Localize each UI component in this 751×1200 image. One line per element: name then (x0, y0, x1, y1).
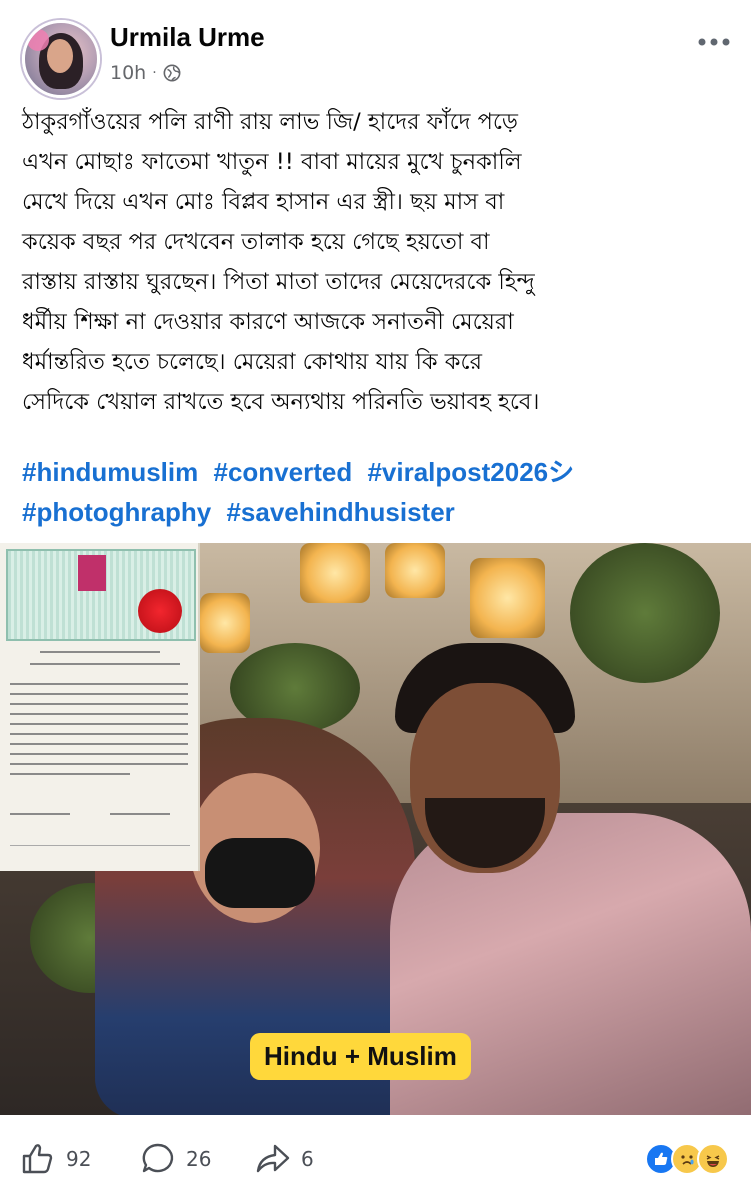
comment-bubble-icon (142, 1143, 174, 1173)
document-line (110, 813, 170, 815)
image-caption-badge: Hindu + Muslim (250, 1033, 471, 1080)
plant (570, 543, 720, 683)
document-line (10, 693, 188, 695)
wall-light (200, 593, 250, 653)
hashtag-link[interactable]: #hindumuslim (22, 457, 198, 487)
hashtags: #hindumuslim #converted #viralpost2026シ … (22, 452, 737, 532)
author-name[interactable]: Urmila Urme (110, 22, 265, 53)
author-avatar[interactable] (22, 20, 100, 98)
haha-reaction-icon (697, 1143, 729, 1175)
document-line (40, 651, 160, 653)
face-mask (205, 838, 315, 908)
post-header: Urmila Urme 10h · (0, 0, 751, 100)
document-photo (78, 555, 106, 591)
hashtag-link[interactable]: #converted (213, 457, 352, 487)
reaction-summary[interactable] (645, 1143, 729, 1175)
hashtag-link[interactable]: #savehindhusister (226, 497, 454, 527)
document-line (10, 703, 188, 705)
document-footer-line (10, 845, 190, 858)
document-line (10, 713, 188, 715)
thumbs-up-icon (22, 1144, 53, 1174)
post-photo[interactable]: Hindu + Muslim (0, 543, 751, 1115)
document-line (10, 763, 188, 765)
wall-light (300, 543, 370, 603)
document-line (10, 753, 188, 755)
affidavit-document-inset (0, 543, 200, 871)
comment-count: 26 (186, 1147, 212, 1171)
post-text: ঠাকুরগাঁওয়ের পলি রাণী রায় লাভ জি/ হাদে… (22, 109, 540, 415)
hashtag-link[interactable]: #photoghraphy (22, 497, 211, 527)
document-line (10, 683, 188, 685)
like-count: 92 (66, 1147, 92, 1171)
like-button[interactable]: 92 (20, 1141, 91, 1177)
post-time[interactable]: 10h (110, 62, 146, 84)
post-actions-bar: 92 26 6 (0, 1115, 751, 1200)
comment-button[interactable]: 26 (140, 1141, 211, 1177)
document-line (10, 723, 188, 725)
hashtag-link[interactable]: #viralpost2026シ (367, 457, 574, 487)
more-icon (698, 38, 730, 46)
meta-separator: · (152, 65, 157, 81)
post-meta: 10h · (110, 62, 181, 84)
document-line (10, 773, 130, 775)
more-options-button[interactable] (697, 24, 731, 54)
share-button[interactable]: 6 (255, 1141, 314, 1177)
globe-icon[interactable] (163, 64, 181, 82)
document-line (30, 663, 180, 665)
wall-light (385, 543, 445, 598)
document-line (10, 733, 188, 735)
share-arrow-icon (256, 1144, 290, 1173)
red-seal (138, 589, 182, 633)
share-count: 6 (301, 1147, 314, 1171)
wall-light (470, 558, 545, 638)
document-line (10, 743, 188, 745)
document-line (10, 813, 70, 815)
